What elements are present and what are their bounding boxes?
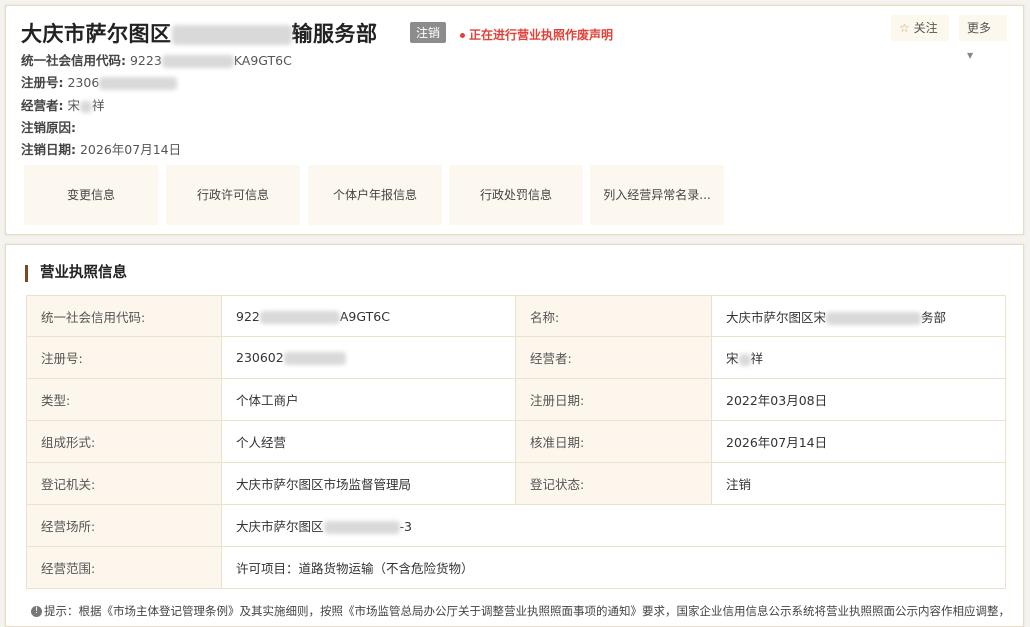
license-info-table: 统一社会信用代码: 922 A9GT6C 名称: 大庆市萨尔图区宋 务部 注册号: … xyxy=(26,295,1006,589)
cancel-reason-line: 注销原因: xyxy=(21,117,76,136)
tab-change-info[interactable]: 变更信息 xyxy=(24,165,158,225)
operator-value: 宋祥 xyxy=(711,336,1006,379)
credit-code-value-prefix: 922 xyxy=(236,308,260,324)
operator-line: 经营者: 宋祥 xyxy=(21,95,105,114)
company-name-prefix: 大庆市萨尔图区 xyxy=(21,22,172,46)
reg-date-value: 2022年03月08日 xyxy=(711,378,1006,421)
scope-value: 许可项目：道路货物运输（不含危险货物） xyxy=(221,546,1006,589)
operator-label: 经营者: xyxy=(21,98,64,113)
composition-key: 组成形式: xyxy=(26,420,222,463)
credit-code-label: 统一社会信用代码: xyxy=(21,53,126,68)
reg-no-prefix: 2306 xyxy=(67,75,100,90)
company-name: 大庆市萨尔图区 输服务部 xyxy=(21,18,378,48)
address-value: 大庆市萨尔图区 -3 xyxy=(221,504,1006,547)
credit-code-prefix: 9223 xyxy=(129,53,162,68)
cancel-reason-label: 注销原因: xyxy=(21,120,76,135)
approval-date-value: 2026年07月14日 xyxy=(711,420,1006,463)
notice-dot-icon xyxy=(460,33,465,38)
company-header-card: 大庆市萨尔图区 输服务部 注销 正在进行营业执照作废声明 ☆ 关注 更多 ▼ 统一… xyxy=(5,5,1024,235)
operator-last: 祥 xyxy=(92,98,105,113)
cancel-date-label: 注销日期: xyxy=(21,142,76,157)
table-row: 组成形式: 个人经营 核准日期: 2026年07月14日 xyxy=(26,420,1006,463)
follow-label: 关注 xyxy=(913,21,938,35)
table-row: 注册号: 230602 经营者: 宋祥 xyxy=(26,336,1006,379)
tab-admin-penalty[interactable]: 行政处罚信息 xyxy=(449,165,583,225)
address-value-prefix: 大庆市萨尔图区 xyxy=(236,519,324,534)
tab-abnormal-list[interactable]: 列入经营异常名录... xyxy=(590,165,724,225)
reg-no-key: 注册号: xyxy=(26,336,222,379)
credit-code-value-suffix: A9GT6C xyxy=(339,308,390,324)
operator-first: 宋 xyxy=(67,98,80,113)
reg-no-value: 230602 xyxy=(221,336,516,379)
credit-code-key: 统一社会信用代码: xyxy=(26,295,222,337)
table-row: 类型: 个体工商户 注册日期: 2022年03月08日 xyxy=(26,378,1006,421)
redacted-name xyxy=(826,311,922,325)
authority-value: 大庆市萨尔图区市场监督管理局 xyxy=(221,462,516,505)
follow-button[interactable]: ☆ 关注 xyxy=(891,15,949,41)
address-value-suffix: -3 xyxy=(399,519,412,534)
reg-status-key: 登记状态: xyxy=(515,462,712,505)
more-label: 更多 xyxy=(967,21,992,35)
redacted-name-segment xyxy=(171,25,292,45)
table-row: 登记机关: 大庆市萨尔图区市场监督管理局 登记状态: 注销 xyxy=(26,462,1006,505)
notice-text: 正在进行营业执照作废声明 xyxy=(469,28,614,42)
business-license-card: 营业执照信息 统一社会信用代码: 922 A9GT6C 名称: 大庆市萨尔图区宋务… xyxy=(5,244,1024,627)
operator-value-first: 宋 xyxy=(726,351,739,366)
more-button[interactable]: 更多 ▼ xyxy=(959,15,1007,60)
name-key: 名称: xyxy=(515,295,712,337)
table-row: 统一社会信用代码: 922 A9GT6C 名称: 大庆市萨尔图区宋 务部 xyxy=(26,295,1006,337)
reg-status-value: 注销 xyxy=(711,462,1006,505)
redacted-credit-code xyxy=(259,310,340,324)
star-outline-icon: ☆ xyxy=(899,21,910,35)
redacted-credit-code xyxy=(161,55,234,68)
name-value: 大庆市萨尔图区宋 务部 xyxy=(711,295,1006,337)
type-value: 个体工商户 xyxy=(221,378,516,421)
type-key: 类型: xyxy=(26,378,222,421)
approval-date-key: 核准日期: xyxy=(515,420,712,463)
status-badge: 注销 xyxy=(410,22,447,43)
scope-key: 经营范围: xyxy=(26,546,222,589)
address-key: 经营场所: xyxy=(26,504,222,547)
composition-value: 个人经营 xyxy=(221,420,516,463)
table-row: 经营范围: 许可项目：道路货物运输（不含危险货物） xyxy=(26,546,1006,589)
info-icon: ! xyxy=(31,606,42,617)
company-name-suffix: 输服务部 xyxy=(291,22,378,46)
reg-no-value-prefix: 230602 xyxy=(236,350,284,365)
credit-code-value: 922 A9GT6C xyxy=(221,295,516,337)
tip-text: ! 提示：根据《市场主体登记管理条例》及其实施细则，按照《市场监管总局办公厅关于调… xyxy=(31,603,1006,619)
credit-code-suffix: KA9GT6C xyxy=(233,53,292,68)
redacted-reg-no xyxy=(99,77,178,90)
tip-content: 提示：根据《市场主体登记管理条例》及其实施细则，按照《市场监管总局办公厅关于调整… xyxy=(44,604,1006,618)
reg-no-line: 注册号: 2306 xyxy=(21,72,178,91)
table-row: 经营场所: 大庆市萨尔图区 -3 xyxy=(26,504,1006,547)
name-value-prefix: 大庆市萨尔图区宋 xyxy=(726,309,827,325)
credit-code-line: 统一社会信用代码: 9223 KA9GT6C xyxy=(21,50,292,69)
caret-down-icon: ▼ xyxy=(967,51,974,60)
reg-no-label: 注册号: xyxy=(21,75,64,90)
redacted-address xyxy=(323,521,400,534)
cancel-date-value: 2026年07月14日 xyxy=(79,142,182,157)
redacted-reg-no xyxy=(283,352,346,365)
operator-value-last: 祥 xyxy=(750,351,764,366)
redacted-operator xyxy=(80,100,92,113)
reg-date-key: 注册日期: xyxy=(515,378,712,421)
name-value-suffix: 务部 xyxy=(921,309,947,325)
cancel-date-line: 注销日期: 2026年07月14日 xyxy=(21,139,181,158)
redacted-operator xyxy=(738,353,751,366)
operator-key: 经营者: xyxy=(515,336,712,379)
tab-annual-report[interactable]: 个体户年报信息 xyxy=(308,165,442,225)
tab-admin-license[interactable]: 行政许可信息 xyxy=(166,165,300,225)
license-void-notice[interactable]: 正在进行营业执照作废声明 xyxy=(460,26,613,43)
section-title: 营业执照信息 xyxy=(25,265,127,282)
authority-key: 登记机关: xyxy=(26,462,222,505)
